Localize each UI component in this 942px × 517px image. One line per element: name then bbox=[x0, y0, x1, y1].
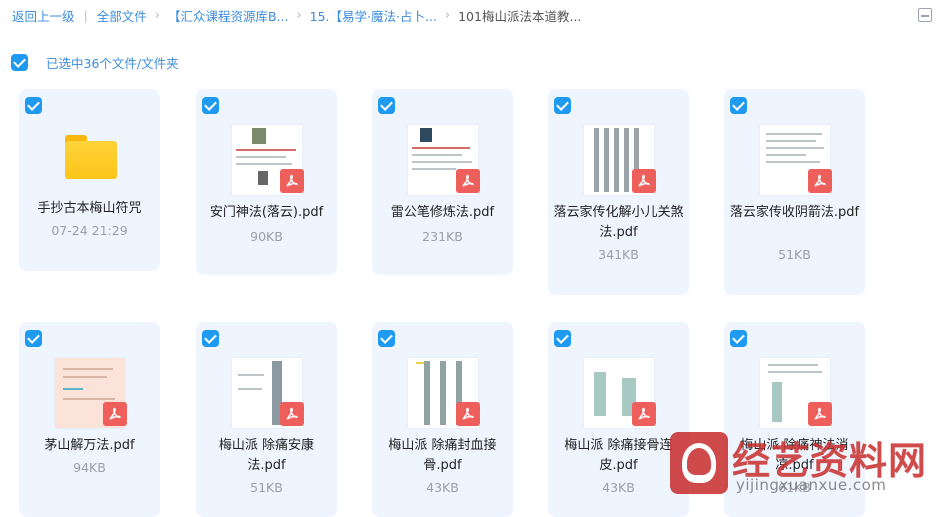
pdf-icon bbox=[632, 169, 656, 193]
file-name: 梅山派 除痛安康法.pdf bbox=[218, 438, 315, 473]
file-meta: 07-24 21:29 bbox=[51, 223, 128, 238]
breadcrumb-current: 101梅山派法本道教... bbox=[458, 8, 582, 24]
watermark: 经艺资料网 yijingxuanxue.com bbox=[668, 428, 942, 517]
file-meta: 51KB bbox=[250, 480, 283, 495]
pdf-icon bbox=[456, 169, 480, 193]
pdf-icon bbox=[280, 169, 304, 193]
file-card[interactable]: 落云家传化解小儿关煞法.pdf 341KB bbox=[548, 89, 689, 295]
pdf-icon bbox=[280, 402, 304, 426]
file-card[interactable]: 雷公笔修炼法.pdf 231KB bbox=[372, 89, 513, 275]
file-card[interactable]: 茅山解万法.pdf 94KB bbox=[19, 322, 160, 517]
checkbox-checked-icon[interactable] bbox=[202, 97, 219, 114]
file-meta: 43KB bbox=[426, 480, 459, 495]
file-name: 落云家传收阴箭法.pdf bbox=[729, 205, 860, 220]
file-meta: 94KB bbox=[73, 460, 106, 475]
checkbox-checked-icon[interactable] bbox=[378, 97, 395, 114]
file-name: 雷公笔修炼法.pdf bbox=[390, 205, 495, 220]
checkbox-checked-icon[interactable] bbox=[730, 97, 747, 114]
select-all-checkbox[interactable] bbox=[11, 54, 28, 71]
checkbox-checked-icon[interactable] bbox=[554, 97, 571, 114]
checkbox-checked-icon[interactable] bbox=[25, 330, 42, 347]
file-card[interactable]: 梅山派 除痛安康法.pdf 51KB bbox=[196, 322, 337, 517]
pdf-icon bbox=[808, 169, 832, 193]
breadcrumb-separator: | bbox=[83, 7, 88, 23]
file-meta: 51KB bbox=[778, 247, 811, 262]
folder-icon bbox=[65, 135, 117, 179]
pdf-icon bbox=[808, 402, 832, 426]
file-meta: 341KB bbox=[598, 247, 639, 262]
file-card[interactable]: 安门神法(落云).pdf 90KB bbox=[196, 89, 337, 275]
file-card-folder[interactable]: 手抄古本梅山符咒 07-24 21:29 bbox=[19, 89, 160, 271]
list-view-icon[interactable] bbox=[918, 8, 932, 22]
chevron-right-icon: › bbox=[154, 7, 160, 23]
file-meta: 231KB bbox=[422, 229, 463, 244]
file-name: 梅山派 除痛接骨连皮.pdf bbox=[564, 438, 673, 473]
breadcrumb-all-files[interactable]: 全部文件 bbox=[97, 6, 147, 25]
watermark-logo-icon bbox=[670, 432, 728, 494]
pdf-icon bbox=[632, 402, 656, 426]
checkbox-checked-icon[interactable] bbox=[202, 330, 219, 347]
pdf-icon bbox=[103, 402, 127, 426]
checkbox-checked-icon[interactable] bbox=[554, 330, 571, 347]
file-meta: 90KB bbox=[250, 229, 283, 244]
selection-count-label: 已选中36个文件/文件夹 bbox=[46, 56, 179, 71]
back-link[interactable]: 返回上一级 bbox=[12, 6, 75, 25]
file-name: 梅山派 除痛封血接骨.pdf bbox=[388, 438, 497, 473]
checkbox-checked-icon[interactable] bbox=[730, 330, 747, 347]
file-name: 手抄古本梅山符咒 bbox=[37, 201, 142, 216]
breadcrumb-level-1[interactable]: 【汇众课程资源库B... bbox=[168, 6, 289, 25]
file-name: 安门神法(落云).pdf bbox=[209, 205, 324, 220]
select-all-row: 已选中36个文件/文件夹 bbox=[11, 53, 179, 72]
watermark-url: yijingxuanxue.com bbox=[736, 476, 887, 494]
pdf-icon bbox=[456, 402, 480, 426]
breadcrumb: 返回上一级 | 全部文件 › 【汇众课程资源库B... › 15.【易学·魔法·… bbox=[12, 6, 581, 24]
chevron-right-icon: › bbox=[296, 7, 302, 23]
file-card[interactable]: 落云家传收阴箭法.pdf 51KB bbox=[724, 89, 865, 295]
checkbox-checked-icon[interactable] bbox=[25, 97, 42, 114]
chevron-right-icon: › bbox=[444, 7, 451, 23]
breadcrumb-level-2[interactable]: 15.【易学·魔法·占卜... bbox=[310, 6, 437, 25]
checkbox-checked-icon[interactable] bbox=[378, 330, 395, 347]
file-card[interactable]: 梅山派 除痛封血接骨.pdf 43KB bbox=[372, 322, 513, 517]
file-name: 落云家传化解小儿关煞法.pdf bbox=[553, 205, 684, 240]
file-name: 茅山解万法.pdf bbox=[44, 438, 135, 453]
